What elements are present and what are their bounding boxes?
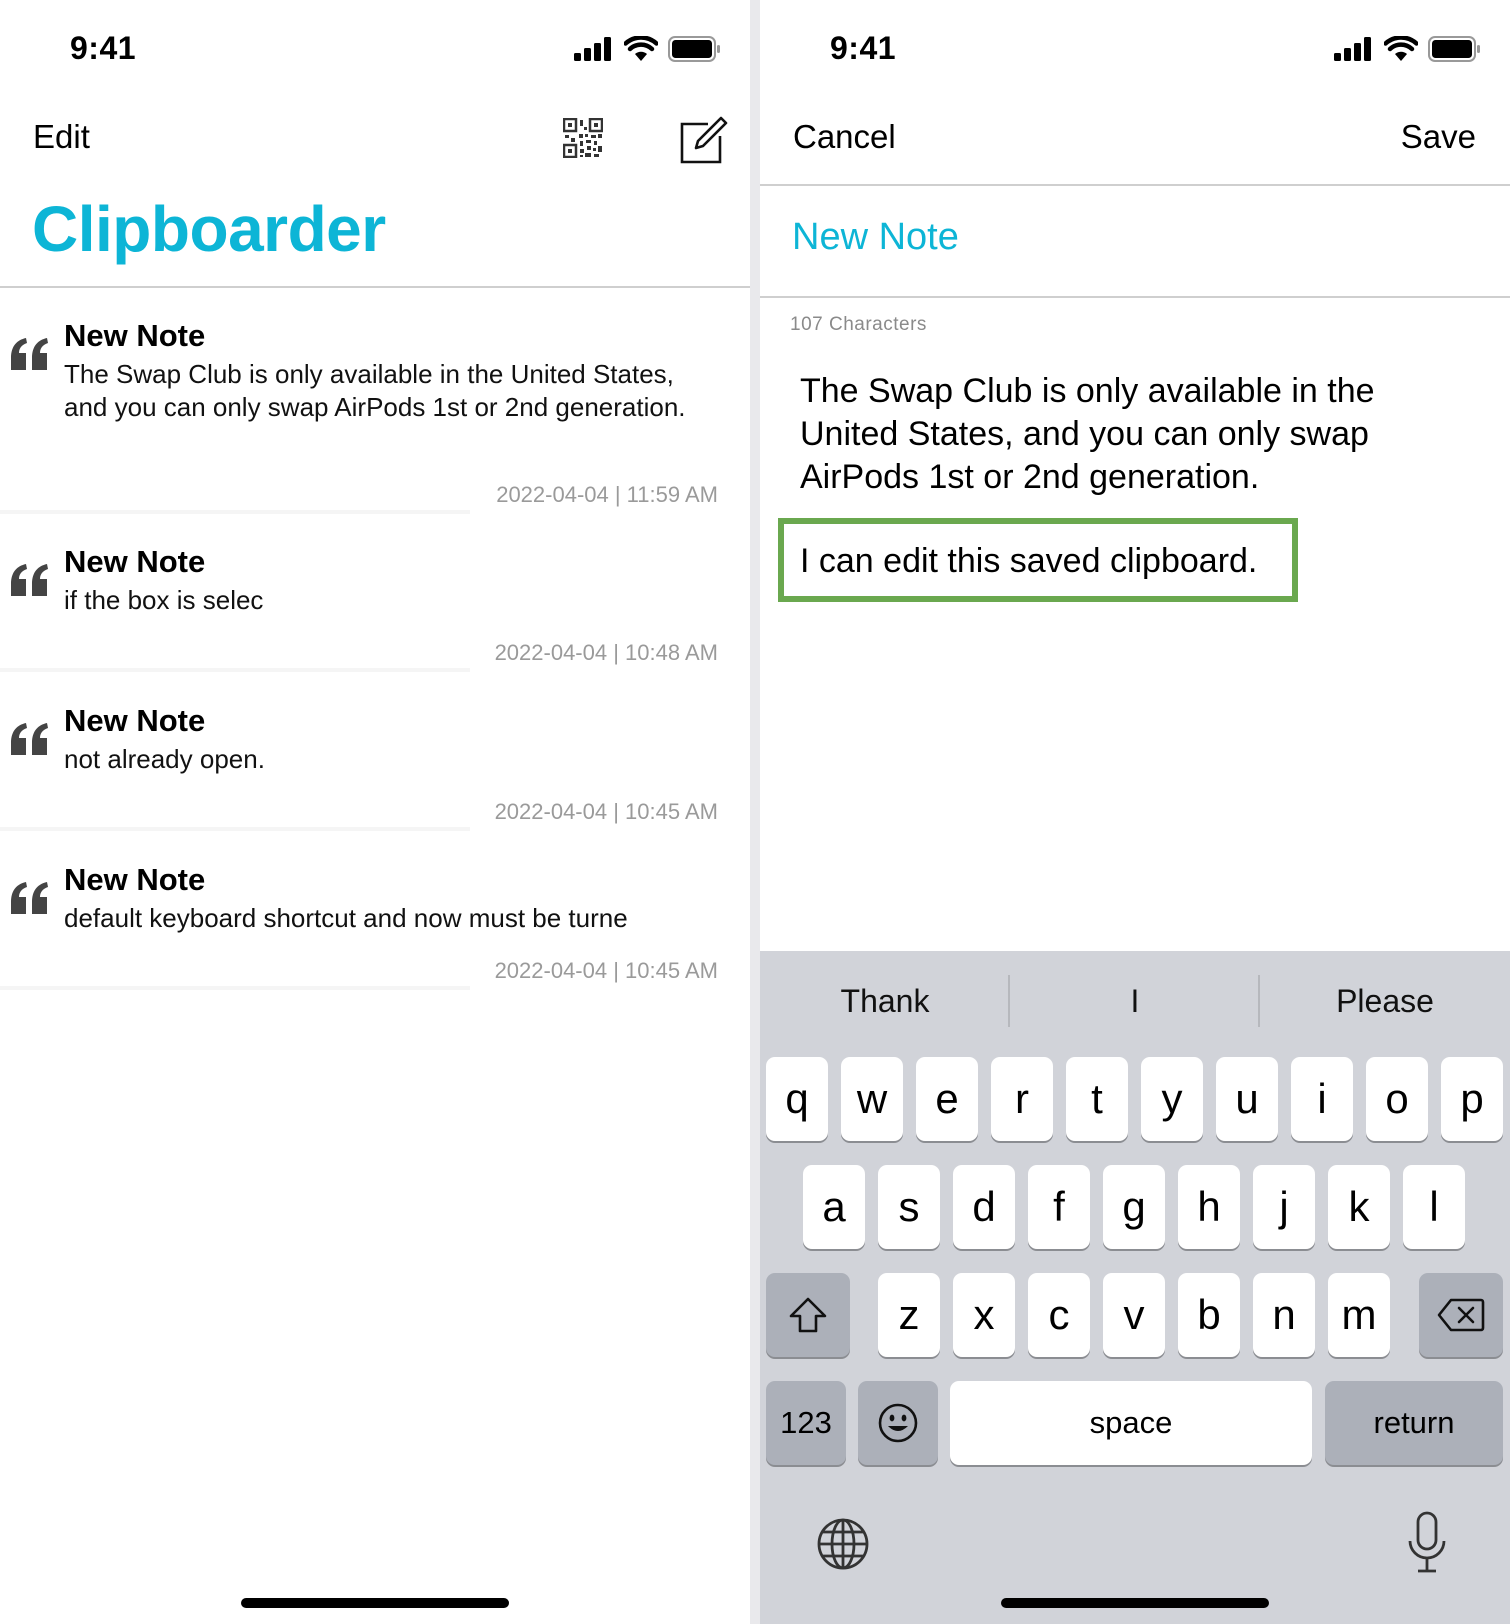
emoji-key[interactable] bbox=[858, 1381, 938, 1465]
key[interactable]: o bbox=[1366, 1057, 1428, 1141]
edit-button[interactable]: Edit bbox=[33, 118, 90, 156]
key[interactable]: n bbox=[1253, 1273, 1315, 1357]
quote-icon bbox=[11, 723, 48, 755]
note-preview: default keyboard shortcut and now must b… bbox=[64, 903, 628, 933]
numbers-key[interactable]: 123 bbox=[766, 1381, 846, 1465]
globe-icon[interactable] bbox=[815, 1516, 871, 1572]
microphone-icon[interactable] bbox=[1407, 1511, 1447, 1575]
clipboard-list-screen: 9:41 Edit Clipboarder New Note The Swap … bbox=[0, 0, 750, 1624]
note-list-item[interactable]: New Note not already open. 2022-04-04 | … bbox=[0, 703, 750, 831]
key[interactable]: v bbox=[1103, 1273, 1165, 1357]
battery-icon bbox=[1428, 36, 1480, 62]
note-date: 2022-04-04 | 10:48 AM bbox=[494, 640, 718, 665]
note-list-item[interactable]: New Note default keyboard shortcut and n… bbox=[0, 862, 750, 990]
key[interactable]: a bbox=[803, 1165, 865, 1249]
backspace-icon bbox=[1437, 1298, 1485, 1332]
save-button[interactable]: Save bbox=[1401, 118, 1476, 156]
shift-key[interactable] bbox=[766, 1273, 850, 1357]
note-separator bbox=[0, 986, 470, 990]
key[interactable]: y bbox=[1141, 1057, 1203, 1141]
note-title-field[interactable]: New Note bbox=[792, 216, 959, 259]
note-list-item[interactable]: New Note if the box is selec 2022-04-04 … bbox=[0, 544, 750, 672]
quote-icon bbox=[11, 564, 48, 596]
app-title: Clipboarder bbox=[32, 193, 386, 265]
status-time: 9:41 bbox=[830, 30, 897, 66]
edited-text-line[interactable]: I can edit this saved clipboard. bbox=[800, 542, 1257, 581]
note-title: New Note bbox=[64, 862, 206, 897]
note-body-text[interactable]: The Swap Club is only available in the U… bbox=[800, 370, 1440, 499]
return-key[interactable]: return bbox=[1325, 1381, 1503, 1465]
note-separator bbox=[0, 827, 470, 831]
home-indicator[interactable] bbox=[1001, 1598, 1269, 1608]
note-preview: if the box is selec bbox=[64, 585, 264, 615]
quote-icon bbox=[11, 882, 48, 914]
key[interactable]: h bbox=[1178, 1165, 1240, 1249]
compose-icon[interactable] bbox=[678, 114, 728, 164]
status-time: 9:41 bbox=[70, 30, 137, 66]
wifi-icon bbox=[1384, 36, 1418, 61]
note-separator bbox=[0, 510, 470, 514]
keyboard: Thank I Please q w e r t y u i o p a s d… bbox=[760, 951, 1510, 1624]
key[interactable]: p bbox=[1441, 1057, 1503, 1141]
cancel-button[interactable]: Cancel bbox=[793, 118, 896, 156]
key[interactable]: u bbox=[1216, 1057, 1278, 1141]
quote-icon bbox=[11, 338, 48, 370]
note-title: New Note bbox=[64, 703, 206, 738]
suggestion-2[interactable]: I bbox=[1010, 983, 1260, 1020]
key[interactable]: z bbox=[878, 1273, 940, 1357]
key[interactable]: i bbox=[1291, 1057, 1353, 1141]
note-preview: The Swap Club is only available in the U… bbox=[64, 359, 686, 422]
suggestion-1[interactable]: Thank bbox=[760, 983, 1010, 1020]
key[interactable]: e bbox=[916, 1057, 978, 1141]
cellular-signal-icon bbox=[1334, 37, 1371, 61]
character-count: 107 Characters bbox=[790, 314, 927, 335]
key[interactable]: s bbox=[878, 1165, 940, 1249]
status-icons bbox=[1334, 36, 1482, 62]
title-divider bbox=[0, 286, 750, 288]
key[interactable]: r bbox=[991, 1057, 1053, 1141]
delete-key[interactable] bbox=[1419, 1273, 1503, 1357]
key[interactable]: k bbox=[1328, 1165, 1390, 1249]
key[interactable]: b bbox=[1178, 1273, 1240, 1357]
key[interactable]: w bbox=[841, 1057, 903, 1141]
cellular-signal-icon bbox=[574, 37, 611, 61]
key[interactable]: g bbox=[1103, 1165, 1165, 1249]
note-date: 2022-04-04 | 11:59 AM bbox=[496, 482, 718, 507]
note-date: 2022-04-04 | 10:45 AM bbox=[494, 799, 718, 824]
nav-divider bbox=[760, 184, 1510, 186]
wifi-icon bbox=[624, 36, 658, 61]
home-indicator[interactable] bbox=[241, 1598, 509, 1608]
key[interactable]: c bbox=[1028, 1273, 1090, 1357]
note-editor-screen: 9:41 Cancel Save New Note 107 Characters… bbox=[760, 0, 1510, 1624]
key[interactable]: q bbox=[766, 1057, 828, 1141]
note-separator bbox=[0, 668, 470, 672]
shift-icon bbox=[789, 1297, 827, 1333]
title-divider bbox=[760, 296, 1510, 298]
key[interactable]: j bbox=[1253, 1165, 1315, 1249]
qr-code-icon[interactable] bbox=[563, 118, 603, 158]
key[interactable]: t bbox=[1066, 1057, 1128, 1141]
note-date: 2022-04-04 | 10:45 AM bbox=[494, 958, 718, 983]
note-title: New Note bbox=[64, 544, 206, 579]
key[interactable]: x bbox=[953, 1273, 1015, 1357]
space-key[interactable]: space bbox=[950, 1381, 1312, 1465]
status-icons bbox=[574, 36, 722, 62]
key[interactable]: m bbox=[1328, 1273, 1390, 1357]
note-title: New Note bbox=[64, 318, 206, 353]
emoji-icon bbox=[878, 1403, 918, 1443]
note-list-item[interactable]: New Note The Swap Club is only available… bbox=[0, 318, 750, 514]
note-preview: not already open. bbox=[64, 744, 265, 774]
key[interactable]: l bbox=[1403, 1165, 1465, 1249]
key[interactable]: f bbox=[1028, 1165, 1090, 1249]
battery-icon bbox=[668, 36, 720, 62]
key[interactable]: d bbox=[953, 1165, 1015, 1249]
suggestion-3[interactable]: Please bbox=[1260, 983, 1510, 1020]
